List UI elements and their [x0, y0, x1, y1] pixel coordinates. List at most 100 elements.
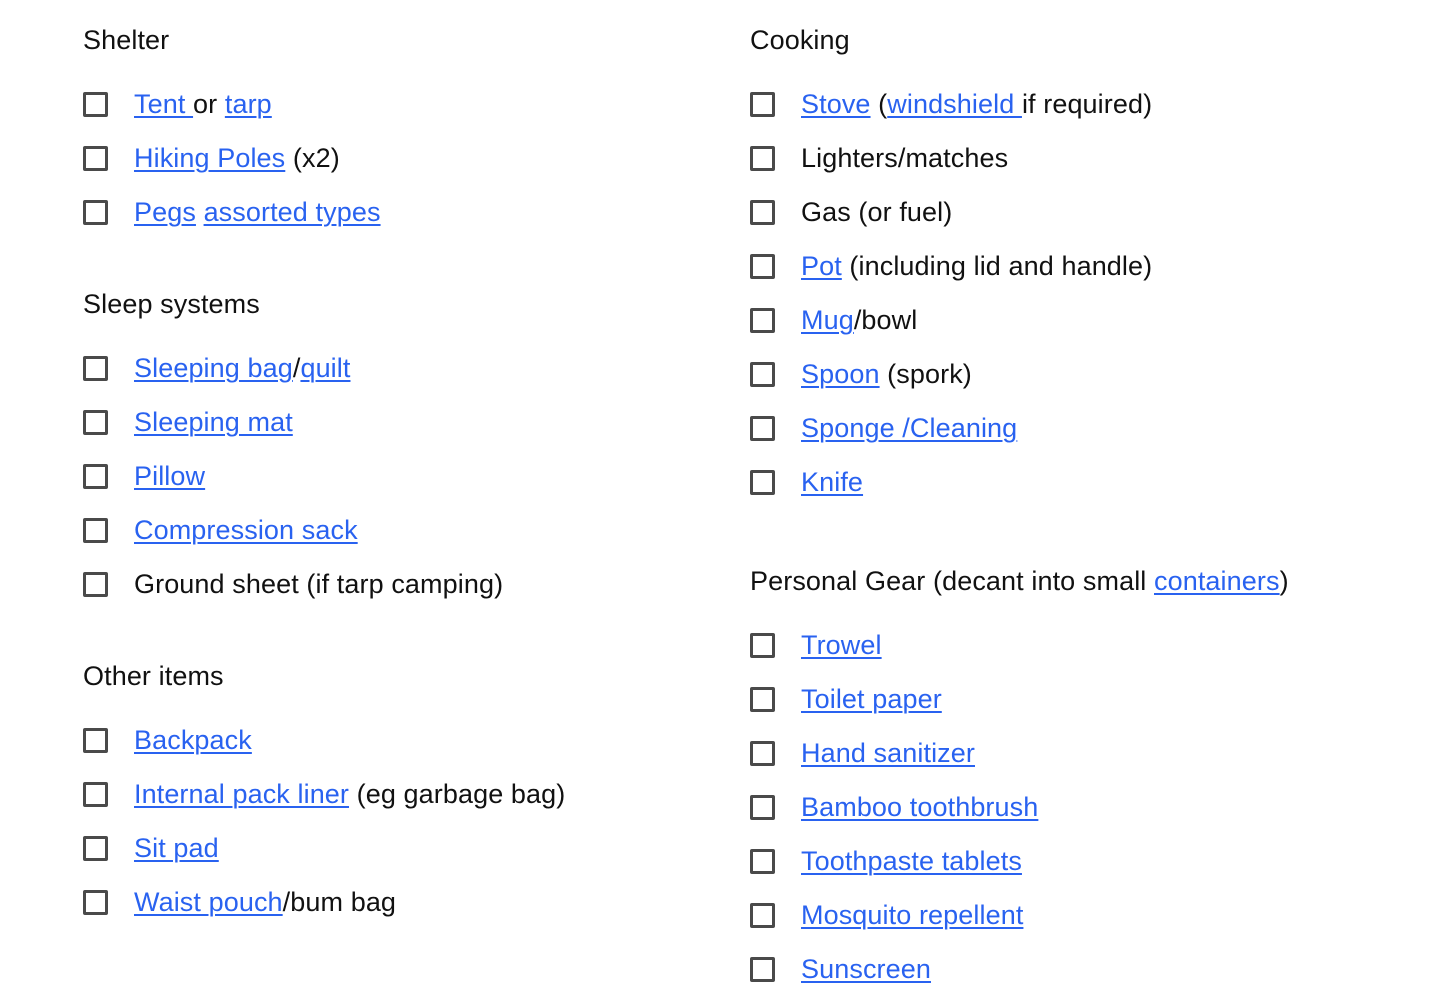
checkbox-mosquito-repellent[interactable]	[750, 902, 775, 928]
checkbox-waist-pouch-bum-bag[interactable]	[83, 889, 108, 915]
section-heading-personal-gear-decant-into-small-containe-text-0: Personal Gear (decant into small	[750, 566, 1154, 596]
checkbox-sleeping-mat[interactable]	[83, 409, 108, 435]
item-hand-sanitizer-link-0[interactable]: Hand sanitizer	[801, 738, 975, 768]
checkbox-mug-bowl[interactable]	[750, 307, 775, 333]
checkbox-bamboo-toothbrush[interactable]	[750, 794, 775, 820]
right-column: Cooking Stove (windshield if required) Lig…	[676, 0, 1445, 996]
item-sponge-cleaning-link-0[interactable]: Sponge /Cleaning	[801, 413, 1017, 443]
item-sunscreen-link-0[interactable]: Sunscreen	[801, 954, 931, 984]
checkbox-hiking-poles-x2[interactable]	[83, 145, 108, 171]
list-item: Mug/bowl	[750, 293, 1445, 347]
checkbox-gas-or-fuel[interactable]	[750, 199, 775, 225]
checklist-page: Shelter Tent or tarp Hiking Poles (x2) Pegs…	[0, 0, 1445, 984]
item-label-sunscreen: Sunscreen	[801, 952, 931, 986]
item-pegs-assorted-types-link-0[interactable]: Pegs	[134, 197, 196, 227]
item-spoon-spork-link-0[interactable]: Spoon	[801, 359, 880, 389]
item-label-compression-sack: Compression sack	[134, 513, 358, 547]
checkbox-sit-pad[interactable]	[83, 835, 108, 861]
item-toothpaste-tablets-link-0[interactable]: Toothpaste tablets	[801, 846, 1022, 876]
item-internal-pack-liner-eg-garbage-bag-link-0[interactable]: Internal pack liner	[134, 779, 349, 809]
list-item: Mosquito repellent	[750, 888, 1445, 942]
list-item: Compression sack	[83, 503, 676, 557]
checkbox-internal-pack-liner-eg-garbage-bag[interactable]	[83, 781, 108, 807]
section-sleep-systems: Sleep systems Sleeping bag/quilt Sleeping …	[83, 286, 676, 611]
item-backpack-link-0[interactable]: Backpack	[134, 725, 252, 755]
list-item: Sunscreen	[750, 942, 1445, 996]
checkbox-toilet-paper[interactable]	[750, 686, 775, 712]
item-waist-pouch-bum-bag-text-1: /bum bag	[282, 887, 397, 917]
list-item: Bamboo toothbrush	[750, 780, 1445, 834]
checkbox-toothpaste-tablets[interactable]	[750, 848, 775, 874]
checkbox-sleeping-bag-quilt[interactable]	[83, 355, 108, 381]
item-sleeping-bag-quilt-link-2[interactable]: quilt	[300, 353, 350, 383]
item-sit-pad-link-0[interactable]: Sit pad	[134, 833, 219, 863]
checkbox-sponge-cleaning[interactable]	[750, 415, 775, 441]
item-pegs-assorted-types-link-2[interactable]: assorted types	[204, 197, 381, 227]
item-label-pillow: Pillow	[134, 459, 205, 493]
item-waist-pouch-bum-bag-link-0[interactable]: Waist pouch	[134, 887, 283, 917]
checkbox-compression-sack[interactable]	[83, 517, 108, 543]
item-label-spoon-spork: Spoon (spork)	[801, 357, 972, 391]
checkbox-spoon-spork[interactable]	[750, 361, 775, 387]
checkbox-pillow[interactable]	[83, 463, 108, 489]
item-lighters-matches-text-0: Lighters/matches	[801, 143, 1009, 173]
item-pillow-link-0[interactable]: Pillow	[134, 461, 205, 491]
checkbox-sunscreen[interactable]	[750, 956, 775, 982]
item-label-mosquito-repellent: Mosquito repellent	[801, 898, 1023, 932]
item-stove-windshield-if-required-link-0[interactable]: Stove	[801, 89, 871, 119]
checkbox-pegs-assorted-types[interactable]	[83, 199, 108, 225]
section-shelter: Shelter Tent or tarp Hiking Poles (x2) Pegs…	[83, 22, 676, 239]
item-tent-or-tarp-text-1: or	[193, 89, 225, 119]
item-mosquito-repellent-link-0[interactable]: Mosquito repellent	[801, 900, 1023, 930]
section-heading-personal-gear-decant-into-small-containe: Personal Gear (decant into small contain…	[750, 563, 1445, 599]
item-label-toothpaste-tablets: Toothpaste tablets	[801, 844, 1022, 878]
checkbox-backpack[interactable]	[83, 727, 108, 753]
item-sleeping-bag-quilt-link-0[interactable]: Sleeping bag	[134, 353, 293, 383]
section-heading-personal-gear-decant-into-small-containe-link-1[interactable]: containers	[1154, 566, 1280, 596]
item-knife-link-0[interactable]: Knife	[801, 467, 863, 497]
list-item: Pot (including lid and handle)	[750, 239, 1445, 293]
checkbox-tent-or-tarp[interactable]	[83, 91, 108, 117]
left-column: Shelter Tent or tarp Hiking Poles (x2) Pegs…	[0, 0, 676, 929]
item-label-hand-sanitizer: Hand sanitizer	[801, 736, 975, 770]
list-item: Backpack	[83, 713, 676, 767]
item-toilet-paper-link-0[interactable]: Toilet paper	[801, 684, 942, 714]
item-mug-bowl-text-1: /bowl	[853, 305, 918, 335]
item-tent-or-tarp-link-0[interactable]: Tent	[134, 89, 193, 119]
list-item: Pegs assorted types	[83, 185, 676, 239]
section-heading-personal-gear-decant-into-small-containe-text-2: )	[1279, 566, 1289, 596]
item-stove-windshield-if-required-link-2[interactable]: windshield	[887, 89, 1022, 119]
list-item: Gas (or fuel)	[750, 185, 1445, 239]
section-other-items: Other items Backpack Internal pack liner (…	[83, 658, 676, 929]
checkbox-pot-including-lid-and-handle[interactable]	[750, 253, 775, 279]
item-mug-bowl-link-0[interactable]: Mug	[801, 305, 854, 335]
item-stove-windshield-if-required-text-3: if required)	[1021, 89, 1153, 119]
item-bamboo-toothbrush-link-0[interactable]: Bamboo toothbrush	[801, 792, 1038, 822]
item-label-sleeping-mat: Sleeping mat	[134, 405, 293, 439]
item-trowel-link-0[interactable]: Trowel	[801, 630, 882, 660]
checkbox-knife[interactable]	[750, 469, 775, 495]
list-item: Pillow	[83, 449, 676, 503]
item-tent-or-tarp-link-2[interactable]: tarp	[225, 89, 272, 119]
checkbox-trowel[interactable]	[750, 632, 775, 658]
item-sleeping-mat-link-0[interactable]: Sleeping mat	[134, 407, 293, 437]
item-pot-including-lid-and-handle-link-0[interactable]: Pot	[801, 251, 842, 281]
checkbox-ground-sheet-if-tarp-camping[interactable]	[83, 571, 108, 597]
item-hiking-poles-x2-link-0[interactable]: Hiking Poles	[134, 143, 285, 173]
checkbox-hand-sanitizer[interactable]	[750, 740, 775, 766]
section-heading-sleep-systems: Sleep systems	[83, 289, 260, 319]
list-item: Knife	[750, 455, 1445, 509]
item-label-sponge-cleaning: Sponge /Cleaning	[801, 411, 1017, 445]
list-item: Hiking Poles (x2)	[83, 131, 676, 185]
list-item: Ground sheet (if tarp camping)	[83, 557, 676, 611]
item-label-pegs-assorted-types: Pegs assorted types	[134, 195, 381, 229]
item-ground-sheet-if-tarp-camping-text-0: Ground sheet (if tarp camping)	[134, 569, 504, 599]
item-label-gas-or-fuel: Gas (or fuel)	[801, 195, 952, 229]
item-label-pot-including-lid-and-handle: Pot (including lid and handle)	[801, 249, 1152, 283]
list-item: Toilet paper	[750, 672, 1445, 726]
checkbox-stove-windshield-if-required[interactable]	[750, 91, 775, 117]
checkbox-lighters-matches[interactable]	[750, 145, 775, 171]
item-compression-sack-link-0[interactable]: Compression sack	[134, 515, 358, 545]
list-item: Hand sanitizer	[750, 726, 1445, 780]
